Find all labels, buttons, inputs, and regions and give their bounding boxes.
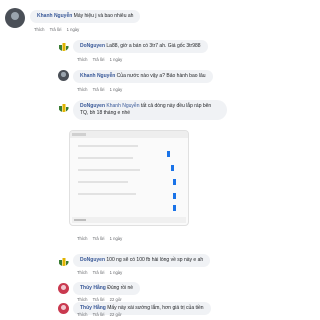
reply-link[interactable]: Trả lời: [93, 57, 105, 62]
like-link[interactable]: Thích: [34, 27, 44, 32]
avatar[interactable]: [5, 8, 25, 28]
comment-text: Máy hiệu j và bao nhiêu ah: [73, 13, 134, 19]
comment-time: 22 giờ: [109, 312, 122, 317]
comment-text: 100 ng sẽ có 100 fb hài lòng về sp này e…: [106, 257, 204, 263]
comment-author[interactable]: DoNguyen: [80, 257, 105, 263]
comment-time: 1 ngày: [109, 236, 123, 241]
brand-logo-icon[interactable]: [58, 101, 69, 112]
comment-actions: Thích Trả lời 1 ngày: [77, 87, 126, 92]
like-link[interactable]: Thích: [77, 87, 87, 92]
comment-author[interactable]: DoNguyen: [80, 103, 105, 109]
brand-logo-icon[interactable]: [58, 255, 69, 266]
like-link[interactable]: Thích: [77, 57, 87, 62]
like-link[interactable]: Thích: [77, 236, 87, 241]
comment-author[interactable]: Khanh Nguyễn: [37, 13, 72, 19]
comment-actions: Thích Trả lời 1 ngày: [34, 27, 83, 32]
comment-time: 1 ngày: [66, 27, 80, 32]
comment-bubble: DoNguyen La88, giờ a bán có 3tr7 ah. Giá…: [73, 40, 208, 53]
comment-author[interactable]: Thủy Hằng: [80, 285, 106, 291]
comment-text: Đúng rồi nè: [107, 285, 134, 291]
avatar[interactable]: [58, 283, 69, 294]
avatar[interactable]: [58, 303, 69, 314]
brand-logo-icon[interactable]: [58, 40, 69, 51]
comment-author[interactable]: Thủy Hằng: [80, 305, 106, 311]
comment-text: Mấy này xài sướng lắm, hơn giá trị của t…: [107, 305, 204, 311]
comment-bubble: DoNguyen 100 ng sẽ có 100 fb hài lòng về…: [73, 254, 211, 267]
attached-screenshot[interactable]: [69, 130, 189, 226]
avatar[interactable]: [58, 70, 69, 81]
reply-link[interactable]: Trả lời: [93, 312, 105, 317]
like-link[interactable]: Thích: [77, 270, 87, 275]
comment-text: Của nước nào vậy a? Bảo hành bao lâu: [116, 73, 206, 79]
comment-bubble: DoNguyen Khanh Nguyễn tất cả dòng này đề…: [73, 100, 227, 120]
reply-link[interactable]: Trả lời: [93, 87, 105, 92]
reply-link[interactable]: Trả lời: [93, 236, 105, 241]
comment-text: La88, giờ a bán có 3tr7 ah. Giá gốc 3tr9…: [106, 43, 201, 49]
comment-bubble: Khanh Nguyễn Máy hiệu j và bao nhiêu ah: [30, 10, 141, 23]
like-link[interactable]: Thích: [77, 312, 87, 317]
comment-time: 1 ngày: [109, 270, 123, 275]
comment-bubble: Thủy Hằng Đúng rồi nè: [73, 282, 141, 295]
reply-link[interactable]: Trả lời: [93, 270, 105, 275]
comment-author[interactable]: DoNguyen: [80, 43, 105, 49]
reply-link[interactable]: Trả lời: [50, 27, 62, 32]
mention-link[interactable]: Khanh Nguyễn: [106, 103, 139, 109]
comment-actions: Thích Trả lời 22 giờ: [77, 312, 125, 317]
comment-bubble: Khanh Nguyễn Của nước nào vậy a? Bảo hàn…: [73, 70, 213, 83]
comment-actions: Thích Trả lời 1 ngày: [77, 57, 126, 62]
comment-actions: Thích Trả lời 1 ngày: [77, 270, 126, 275]
comment-author[interactable]: Khanh Nguyễn: [80, 73, 115, 79]
comment-time: 1 ngày: [109, 57, 123, 62]
comment-actions: Thích Trả lời 1 ngày: [77, 236, 126, 241]
comment-time: 1 ngày: [109, 87, 123, 92]
